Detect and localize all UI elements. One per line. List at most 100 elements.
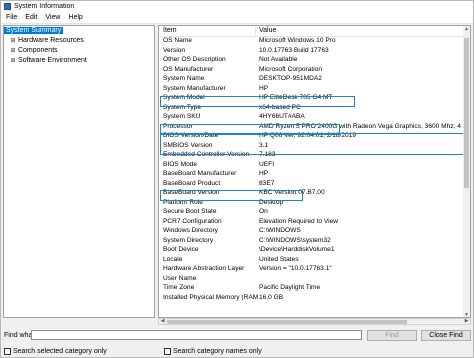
expand-icon[interactable]: ⊞ <box>10 56 16 66</box>
search-category-names-checkbox[interactable]: Search category names only <box>164 348 262 355</box>
find-button[interactable]: Find <box>367 330 417 341</box>
checkbox-icon[interactable] <box>4 348 11 355</box>
row-item: System Name <box>163 75 205 82</box>
column-header-item[interactable]: Item <box>163 26 258 36</box>
row-item: PCR7 Configuration <box>163 217 222 225</box>
row-value: Elevation Required to View <box>259 217 339 225</box>
table-row[interactable]: Installed Physical Memory (RAM) 16.0 GB <box>159 293 470 303</box>
menu-bar: File Edit View Help <box>1 12 473 24</box>
row-item: User Name <box>163 274 197 282</box>
row-item: System SKU <box>163 113 201 120</box>
scroll-thumb-horizontal[interactable] <box>167 320 407 324</box>
column-header-value[interactable]: Value <box>259 26 470 36</box>
scroll-left-icon[interactable]: ◀ <box>159 318 166 325</box>
expand-icon[interactable]: ⊞ <box>10 36 16 46</box>
row-value: C:\WINDOWS\system32 <box>259 236 331 244</box>
table-row[interactable]: PCR7 Configuration Elevation Required to … <box>159 217 470 227</box>
table-row[interactable]: OS Name Microsoft Windows 10 Pro <box>159 36 470 46</box>
row-item: BaseBoard Product <box>163 179 221 187</box>
column-divider[interactable] <box>255 27 256 35</box>
menu-edit[interactable]: Edit <box>21 14 41 21</box>
row-item: Hardware Abstraction Layer <box>163 265 245 272</box>
category-tree: System Summary ⊞ Hardware Resources ⊞ Co… <box>3 25 155 318</box>
vertical-scrollbar[interactable]: ▲ ▼ <box>463 26 470 317</box>
row-value: Microsoft Windows 10 Pro <box>259 37 336 44</box>
table-row[interactable]: System Manufacturer HP <box>159 84 470 94</box>
row-item: BaseBoard Manufacturer <box>163 170 237 177</box>
details-table: Item Value OS Name Microsoft Windows 10 P… <box>158 25 471 318</box>
tree-item-hardware-resources[interactable]: ⊞ Hardware Resources <box>4 36 154 46</box>
table-row[interactable]: User Name <box>159 274 470 284</box>
row-value: Not Available <box>259 56 298 63</box>
title-bar: System Information <box>1 1 473 12</box>
row-value: 83E7 <box>259 179 275 187</box>
close-find-button[interactable]: Close Find <box>421 330 471 341</box>
menu-help[interactable]: Help <box>64 14 86 21</box>
horizontal-scrollbar[interactable]: ◀ ▶ <box>158 318 471 325</box>
row-value: On <box>259 208 268 215</box>
checkbox-label: Search selected category only <box>13 348 107 355</box>
row-value: Version = "10.0.17763.1" <box>259 265 332 272</box>
menu-view[interactable]: View <box>41 14 64 21</box>
table-row[interactable]: Version 10.0.17763 Build 17763 <box>159 46 470 56</box>
search-selected-category-checkbox[interactable]: Search selected category only <box>4 348 107 355</box>
row-value: HP <box>259 170 269 177</box>
table-row[interactable]: Locale United States <box>159 255 470 265</box>
row-value: 4HY66UT#ABA <box>259 113 305 120</box>
row-value: Microsoft Corporation <box>259 65 323 73</box>
row-item: Time Zone <box>163 284 195 291</box>
row-item: System Manufacturer <box>163 84 226 92</box>
table-row[interactable]: Boot Device \Device\HarddiskVolume1 <box>159 245 470 255</box>
table-row[interactable]: Other OS Description Not Available <box>159 55 470 65</box>
window-title: System Information <box>14 3 75 10</box>
menu-file[interactable]: File <box>1 14 21 21</box>
row-value: HP <box>259 84 269 92</box>
table-row[interactable]: Windows Directory C:\WINDOWS <box>159 226 470 236</box>
row-value: United States <box>259 255 299 263</box>
highlight-processor-bios <box>160 133 470 155</box>
scroll-up-icon[interactable]: ▲ <box>463 26 470 33</box>
row-item: Other OS Description <box>163 56 226 63</box>
row-item: OS Manufacturer <box>163 65 214 73</box>
table-row[interactable]: BaseBoard Product 83E7 <box>159 179 470 189</box>
row-item: OS Name <box>163 37 192 44</box>
table-row[interactable]: Time Zone Pacific Daylight Time <box>159 283 470 293</box>
table-row[interactable]: Hardware Abstraction Layer Version = "10.… <box>159 264 470 274</box>
table-row[interactable]: System SKU 4HY66UT#ABA <box>159 112 470 122</box>
find-input[interactable] <box>31 330 362 340</box>
row-value: 16.0 GB <box>259 293 284 301</box>
row-item: Locale <box>163 255 183 263</box>
row-value: DESKTOP-951MDA2 <box>259 75 322 82</box>
row-item: Installed Physical Memory (RAM) <box>163 293 258 301</box>
row-item: Secure Boot State <box>163 208 217 215</box>
tree-item-software-environment[interactable]: ⊞ Software Environment <box>4 56 154 66</box>
row-item: Windows Directory <box>163 227 218 234</box>
scroll-thumb[interactable] <box>464 38 469 188</box>
table-row[interactable]: System Name DESKTOP-951MDA2 <box>159 74 470 84</box>
app-icon <box>4 3 11 10</box>
find-bar: Find what: Find Close Find Search select… <box>1 328 473 358</box>
row-value: UEFI <box>259 160 275 168</box>
table-row[interactable]: System Directory C:\WINDOWS\system32 <box>159 236 470 246</box>
row-value: Pacific Daylight Time <box>259 284 321 291</box>
row-value: \Device\HarddiskVolume1 <box>259 246 335 253</box>
expand-icon[interactable]: ⊞ <box>10 46 16 56</box>
checkbox-label: Search category names only <box>173 348 262 355</box>
table-row[interactable]: Secure Boot State On <box>159 207 470 217</box>
system-information-window: System Information File Edit View Help S… <box>0 0 474 358</box>
checkbox-icon[interactable] <box>164 348 171 355</box>
highlight-system-model <box>160 96 355 107</box>
highlight-baseboard-product <box>160 190 303 201</box>
row-item: Boot Device <box>163 246 199 253</box>
row-item: System Directory <box>163 236 214 244</box>
row-item: BIOS Mode <box>163 160 198 168</box>
table-row[interactable]: BaseBoard Manufacturer HP <box>159 169 470 179</box>
row-value: 10.0.17763 Build 17763 <box>259 46 329 54</box>
row-item: Version <box>163 46 185 54</box>
table-row[interactable]: OS Manufacturer Microsoft Corporation <box>159 65 470 75</box>
scroll-right-icon[interactable]: ▶ <box>463 318 470 325</box>
tree-item-components[interactable]: ⊞ Components <box>4 46 154 56</box>
row-value: C:\WINDOWS <box>259 227 301 234</box>
tree-item-system-summary[interactable]: System Summary <box>4 26 154 36</box>
table-row[interactable]: BIOS Mode UEFI <box>159 160 470 170</box>
